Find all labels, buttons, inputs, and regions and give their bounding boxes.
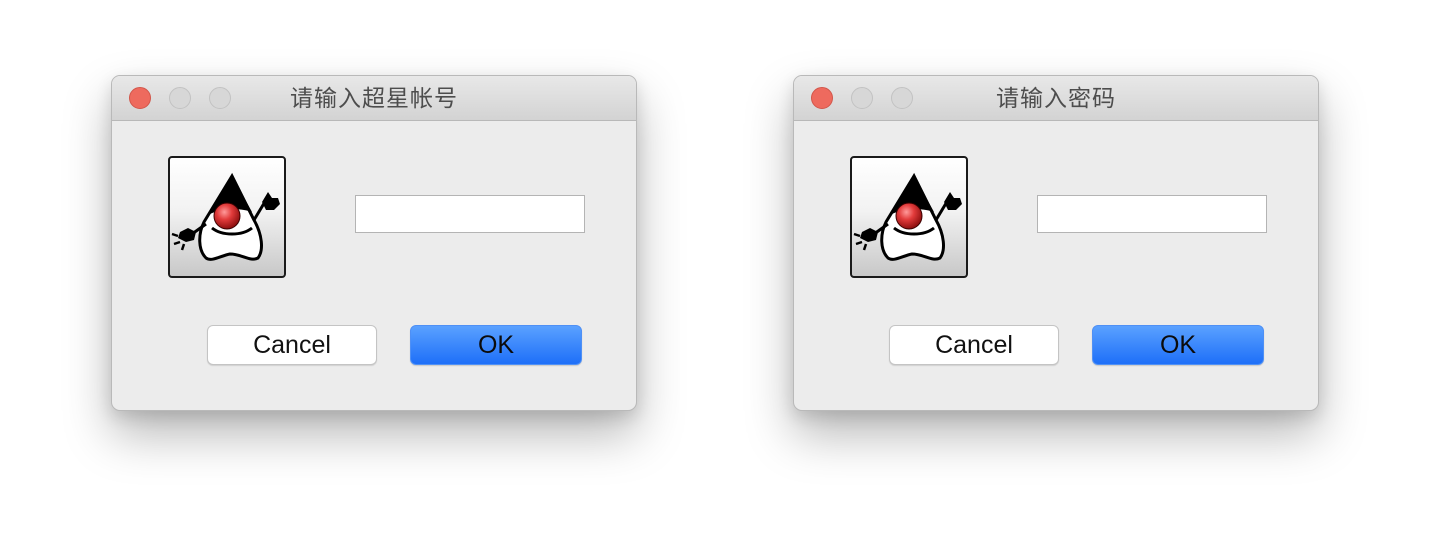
zoom-window-button[interactable]: [209, 87, 231, 109]
cancel-button[interactable]: Cancel: [889, 325, 1059, 365]
java-duke-icon: [850, 156, 968, 278]
account-input-dialog: 请输入超星帐号 Cancel OK: [111, 75, 637, 411]
close-window-button[interactable]: [811, 87, 833, 109]
dialog-title: 请输入密码: [996, 86, 1116, 112]
title-bar[interactable]: 请输入超星帐号: [112, 76, 636, 121]
password-input-dialog: 请输入密码 Cancel OK: [793, 75, 1319, 411]
dialog-title: 请输入超星帐号: [290, 86, 458, 112]
ok-button[interactable]: OK: [410, 325, 582, 365]
minimize-window-button[interactable]: [851, 87, 873, 109]
minimize-window-button[interactable]: [169, 87, 191, 109]
ok-button[interactable]: OK: [1092, 325, 1264, 365]
account-field[interactable]: [355, 195, 585, 233]
title-bar[interactable]: 请输入密码: [794, 76, 1318, 121]
close-window-button[interactable]: [129, 87, 151, 109]
cancel-button[interactable]: Cancel: [207, 325, 377, 365]
java-duke-icon: [168, 156, 286, 278]
password-field[interactable]: [1037, 195, 1267, 233]
zoom-window-button[interactable]: [891, 87, 913, 109]
